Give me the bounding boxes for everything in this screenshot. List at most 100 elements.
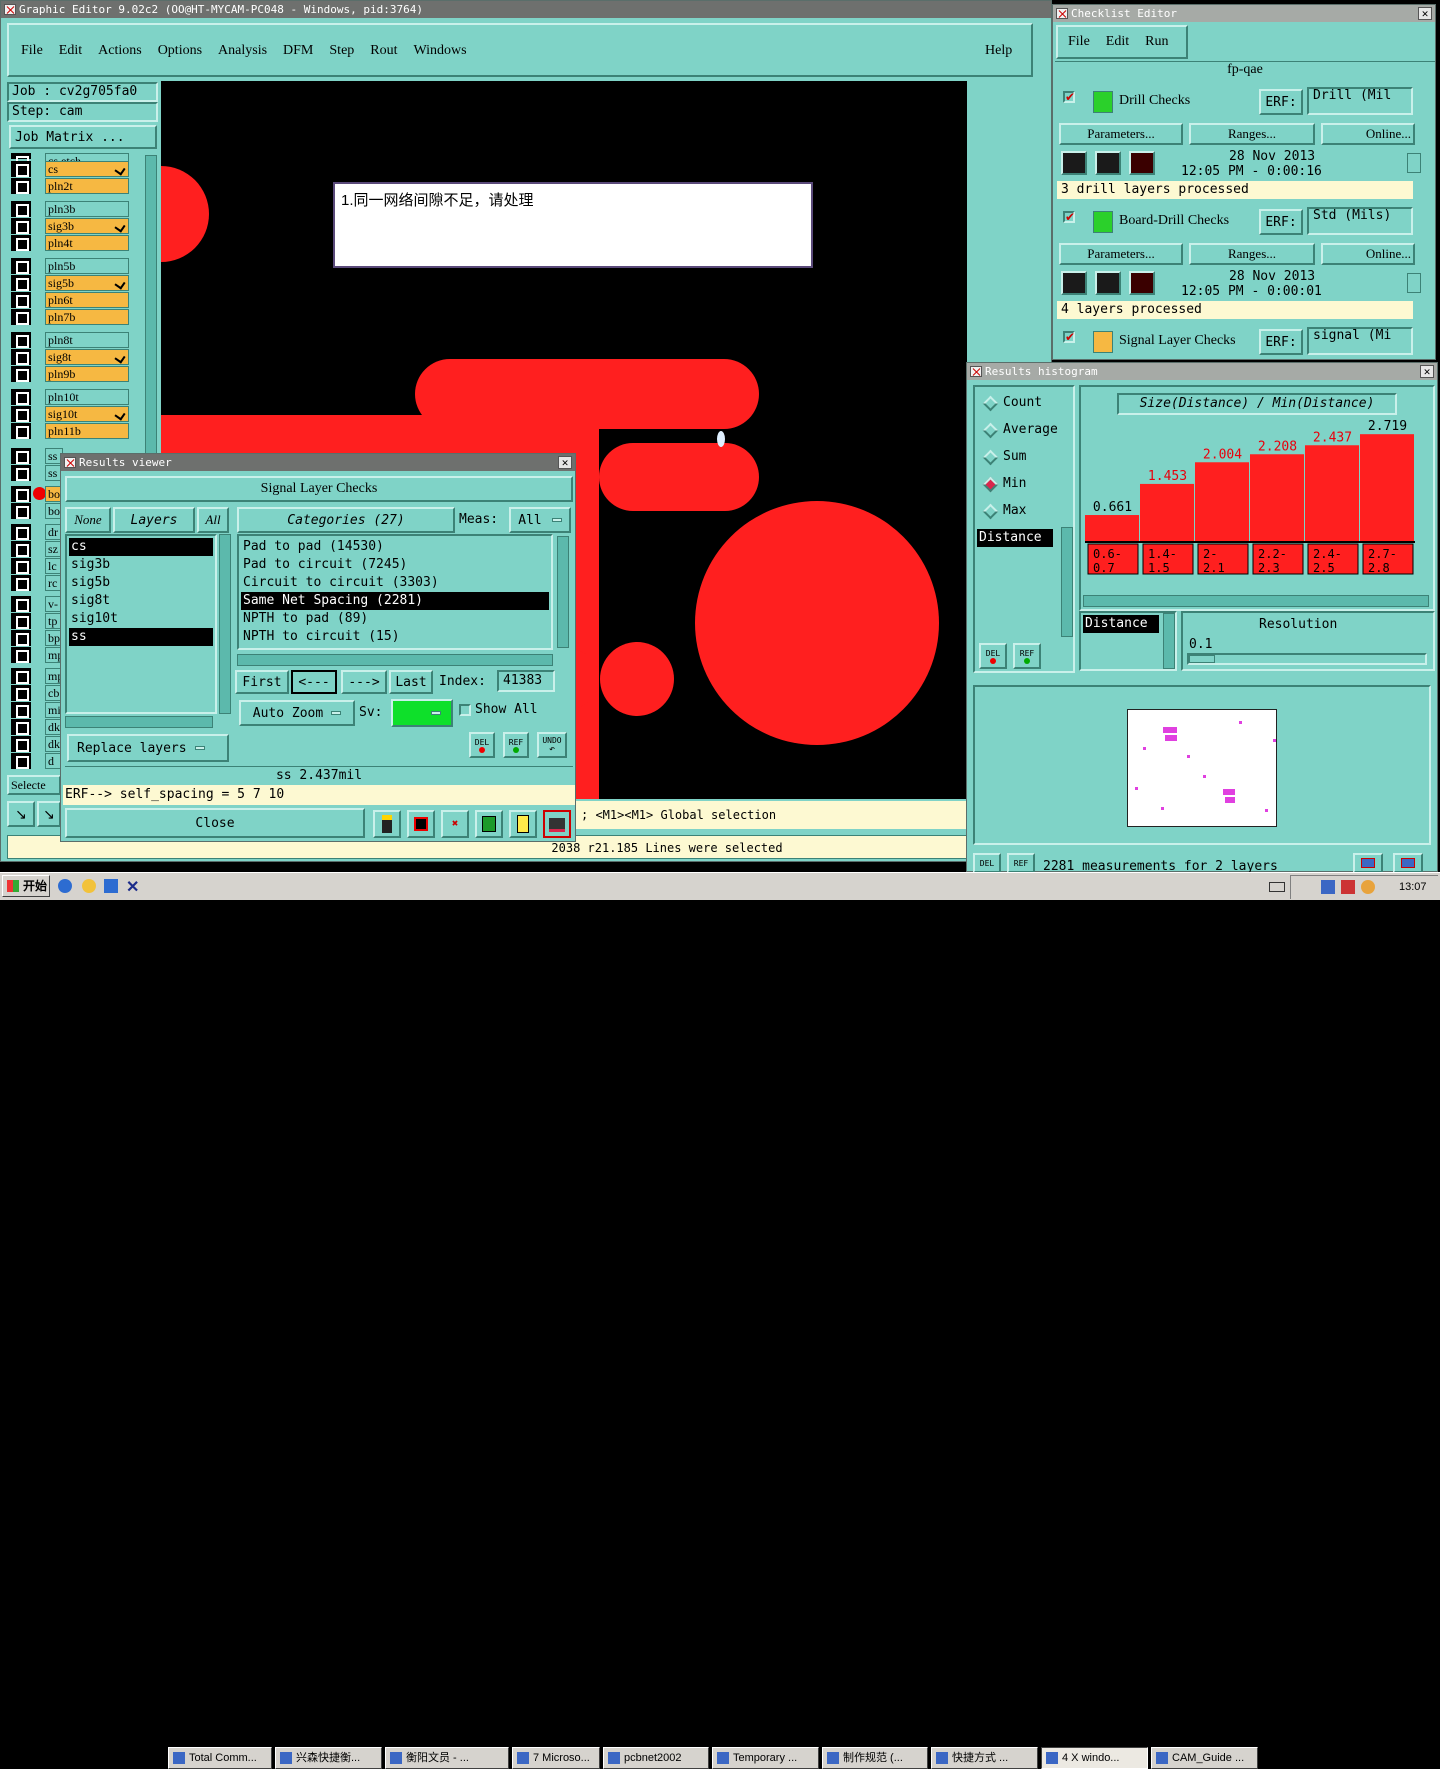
menu-rout[interactable]: Rout [370, 43, 397, 58]
menu-edit[interactable]: Edit [59, 43, 82, 58]
last-button[interactable]: Last [389, 670, 433, 694]
layer-row[interactable]: dk [11, 736, 65, 752]
layer-toggle-checkbox[interactable] [11, 668, 31, 684]
layer-row[interactable]: pln9b [11, 366, 141, 382]
next-button[interactable]: ---> [341, 670, 387, 694]
histogram-bar[interactable] [1085, 515, 1139, 541]
run-stop-icon[interactable] [1129, 271, 1155, 295]
layer-row[interactable]: cs [11, 161, 141, 177]
category-item[interactable]: NPTH to pad (89) [241, 610, 549, 628]
parameters-button[interactable]: Parameters... [1059, 123, 1183, 145]
layer-result-item[interactable]: cs [69, 538, 213, 556]
category-item[interactable]: Circuit to circuit (3303) [241, 574, 549, 592]
layer-row[interactable]: d [11, 753, 65, 769]
menu-options[interactable]: Options [158, 43, 202, 58]
taskbar-item[interactable]: 兴森快捷衡... [275, 1747, 382, 1769]
layer-toggle-checkbox[interactable] [11, 465, 31, 481]
close-icon[interactable]: ✕ [1420, 365, 1434, 378]
layer-row[interactable]: cb [11, 685, 65, 701]
resolution-slider[interactable] [1187, 653, 1427, 665]
layer-row[interactable]: pln8t [11, 332, 141, 348]
layer-row[interactable]: mp [11, 647, 65, 663]
layers-button[interactable]: Layers [113, 507, 195, 533]
erf-value[interactable]: Drill (Mil [1307, 87, 1413, 115]
window-menu-icon[interactable] [970, 366, 982, 377]
layer-toggle-checkbox[interactable] [11, 258, 31, 274]
hist-del-button[interactable]: DEL [979, 643, 1007, 669]
ranges-button[interactable]: Ranges... [1189, 243, 1315, 265]
layer-row[interactable]: pln7b [11, 309, 141, 325]
taskbar-item[interactable]: CAM_Guide ... [1151, 1747, 1258, 1769]
check-name[interactable]: Signal Layer Checks [1119, 333, 1236, 349]
taskbar-item[interactable]: 4 X windo... [1041, 1747, 1148, 1769]
tray-app-icon[interactable] [1341, 880, 1355, 894]
taskbar-item[interactable]: 衡阳文员 - ... [385, 1747, 509, 1769]
index-input[interactable]: 41383 [497, 670, 555, 692]
layer-result-item[interactable]: sig8t [69, 592, 213, 610]
layer-toggle-checkbox[interactable] [11, 201, 31, 217]
layer-toggle-checkbox[interactable] [11, 332, 31, 348]
layer-toggle-checkbox[interactable] [11, 558, 31, 574]
check-name[interactable]: Board-Drill Checks [1119, 213, 1229, 229]
layer-row[interactable]: sig8t [11, 349, 141, 365]
checklist-menu-file[interactable]: File [1068, 34, 1090, 50]
window-menu-icon[interactable] [1056, 8, 1068, 19]
layer-row[interactable]: mi [11, 702, 65, 718]
layer-toggle-checkbox[interactable] [11, 719, 31, 735]
menu-analysis[interactable]: Analysis [218, 43, 267, 58]
preview-del-button[interactable]: DEL [973, 853, 1001, 873]
layer-row[interactable]: lc [11, 558, 65, 574]
zoom-tool-button[interactable]: ↘ [7, 801, 35, 827]
mode-radio-min[interactable]: Min [975, 476, 1071, 494]
layer-toggle-checkbox[interactable] [11, 161, 31, 177]
layer-list-scrollbar[interactable] [145, 155, 157, 455]
run-selected-icon[interactable] [1095, 271, 1121, 295]
taskbar-item[interactable]: Total Comm... [168, 1747, 272, 1769]
histogram-export-button[interactable] [1353, 853, 1383, 873]
check-name[interactable]: Drill Checks [1119, 93, 1190, 109]
checklist-titlebar[interactable]: Checklist Editor ✕ [1053, 5, 1435, 22]
taskbar-item[interactable]: 制作规范 (... [822, 1747, 928, 1769]
layer-row[interactable]: pln10t [11, 389, 141, 405]
layer-row[interactable]: bo [11, 486, 65, 502]
layer-result-hscroll[interactable] [65, 716, 213, 728]
check-enabled-checkbox[interactable]: ✔ [1063, 91, 1075, 103]
layer-row[interactable]: pln5b [11, 258, 141, 274]
histogram-bar[interactable] [1140, 483, 1194, 541]
first-button[interactable]: First [235, 670, 289, 694]
auto-zoom-select[interactable]: Auto Zoom [239, 700, 355, 726]
tray-app-icon[interactable] [1321, 880, 1335, 894]
checklist-menu-edit[interactable]: Edit [1106, 34, 1129, 50]
erf-label[interactable]: ERF: [1259, 209, 1303, 235]
tray-clock[interactable]: 13:07 [1399, 876, 1427, 898]
layer-toggle-checkbox[interactable] [11, 630, 31, 646]
meas-select[interactable]: All [509, 507, 571, 533]
bins-scrollbar[interactable] [1163, 613, 1175, 669]
histogram-titlebar[interactable]: Results histogram ✕ [967, 363, 1437, 380]
axis-list-scrollbar[interactable] [1061, 527, 1073, 637]
window-menu-icon[interactable] [64, 457, 76, 468]
preview-ref-button[interactable]: REF [1007, 853, 1035, 873]
layer-toggle-checkbox[interactable] [11, 366, 31, 382]
category-scrollbar[interactable] [557, 536, 569, 648]
slider-thumb[interactable] [1189, 655, 1215, 663]
layer-row[interactable]: sig5b [11, 275, 141, 291]
histogram-bar[interactable] [1305, 445, 1359, 541]
run-selected-icon[interactable] [1095, 151, 1121, 175]
note-box[interactable]: 1.同一网络间隙不足，请处理 [333, 182, 813, 268]
menu-windows[interactable]: Windows [414, 43, 467, 58]
histogram-bar[interactable] [1195, 462, 1249, 541]
sv-color-select[interactable] [391, 699, 453, 727]
start-button[interactable]: 开始 [2, 875, 50, 897]
job-matrix-button[interactable]: Job Matrix ... [9, 125, 157, 149]
erf-label[interactable]: ERF: [1259, 89, 1303, 115]
menu-help[interactable]: Help [985, 43, 1012, 59]
undo-button[interactable]: UNDO ↶ [537, 732, 567, 758]
axis-list-item[interactable]: Distance [977, 529, 1053, 547]
close-icon[interactable]: ✕ [558, 456, 572, 469]
parameters-button[interactable]: Parameters... [1059, 243, 1183, 265]
clock-app-icon[interactable] [82, 879, 96, 893]
layer-toggle-checkbox[interactable] [11, 613, 31, 629]
layer-row[interactable]: pln11b [11, 423, 141, 439]
window-menu-icon[interactable] [4, 4, 16, 15]
